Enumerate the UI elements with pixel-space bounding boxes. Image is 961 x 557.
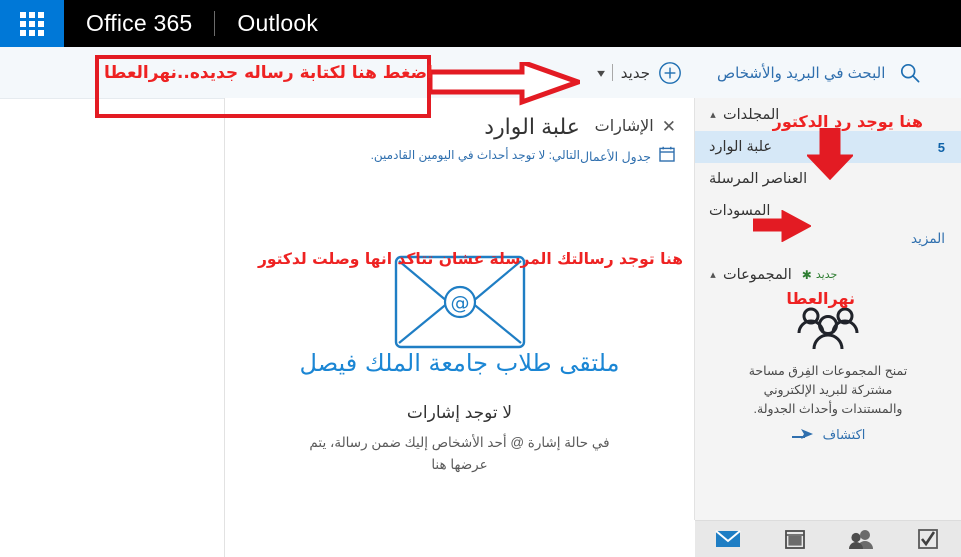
next-events-status: التالي: لا توجد أحداث في اليومين القادمي… (370, 148, 580, 162)
people-icon[interactable] (844, 525, 878, 553)
sparkle-icon: ✱ (801, 267, 812, 282)
mentions-pane: ✕ الإشارات جدول الأعمال علبة الوارد التا… (225, 98, 694, 557)
groups-discover-label[interactable]: اكتشاف (823, 427, 866, 443)
groups-section-header[interactable]: ▴ المجموعات ✱ جديد (695, 258, 961, 291)
plus-circle-icon[interactable] (657, 60, 683, 86)
calendar-icon (658, 145, 676, 168)
groups-section-title: المجموعات (723, 266, 792, 283)
new-button-divider (611, 64, 613, 81)
chevron-up-icon-folders[interactable]: ▴ (705, 108, 721, 121)
page-title: علبة الوارد (484, 114, 580, 139)
sidebar-item-label-sent: العناصر المرسلة (709, 171, 808, 187)
sidebar-item-label-drafts: المسودات (709, 203, 771, 219)
groups-description: تمنح المجموعات الفِرق مساحة مشتركة للبري… (748, 364, 908, 416)
suite-bar-filler (340, 0, 961, 47)
groups-new-link[interactable]: جديد (816, 268, 837, 281)
svg-text:@: @ (450, 292, 469, 314)
mail-envelope-icon[interactable] (711, 525, 745, 553)
calendar-icon[interactable] (778, 525, 812, 553)
inbox-unread-count: 5 (937, 139, 945, 155)
mentions-label: الإشارات (594, 118, 654, 135)
mentions-title-row: ✕ الإشارات (580, 116, 676, 136)
folders-section-title: المجلدات (723, 106, 780, 123)
module-switcher-bar (695, 520, 961, 557)
outlook-web-app: Outlook Office 365 البحث في البريد والأش… (0, 0, 961, 557)
app-name-outlook[interactable]: Outlook (215, 0, 340, 47)
search-input[interactable]: البحث في البريد والأشخاص (717, 64, 885, 82)
mentions-pane-header-right: علبة الوارد التالي: لا توجد أحداث في الي… (371, 114, 580, 162)
sidebar-item-label-inbox: علبة الوارد (709, 139, 773, 155)
new-message-area[interactable]: جديد ▾ (555, 47, 695, 98)
command-band: البحث في البريد والأشخاص جديد ▾ (0, 47, 961, 99)
mentions-empty-state: @ ملتقى طلاب جامعة الملك فيصل لا توجد إش… (225, 168, 694, 476)
close-x-icon[interactable]: ✕ (662, 118, 676, 135)
app-launcher-button[interactable] (0, 0, 64, 47)
empty-state-description: في حالة إشارة @ أحد الأشخاص إليك ضمن رسا… (309, 435, 610, 472)
folders-section-header[interactable]: ▴ المجلدات (695, 98, 961, 131)
suite-bar: Outlook Office 365 (0, 0, 961, 47)
chevron-up-icon-groups[interactable]: ▴ (705, 268, 721, 281)
watermark-text: ملتقى طلاب جامعة الملك فيصل (299, 349, 620, 377)
agenda-row[interactable]: جدول الأعمال (580, 136, 676, 168)
groups-discover-link[interactable]: اكتشاف (695, 419, 961, 443)
folder-navigation-pane: ▴ المجلدات 5 علبة الوارد العناصر المرسلة… (695, 98, 961, 520)
new-message-button[interactable]: جديد (621, 64, 650, 82)
envelope-illustration: @ ملتقى طلاب جامعة الملك فيصل (300, 254, 618, 377)
sidebar-item-sent[interactable]: العناصر المرسلة (695, 163, 961, 195)
folders-more-link[interactable]: المزيد (911, 231, 945, 246)
search-area[interactable]: البحث في البريد والأشخاص (695, 47, 961, 98)
tasks-checkbox-icon[interactable] (911, 525, 945, 553)
agenda-label[interactable]: جدول الأعمال (580, 149, 651, 164)
group-people-icon (795, 307, 861, 355)
suite-name-office365[interactable]: Office 365 (64, 0, 214, 47)
mentions-pane-header-left: ✕ الإشارات جدول الأعمال (580, 114, 676, 168)
suite-bar-separator (214, 11, 216, 36)
sidebar-item-inbox[interactable]: 5 علبة الوارد (695, 131, 961, 163)
groups-illustration (695, 291, 961, 356)
folders-more-row[interactable]: المزيد (695, 227, 961, 248)
sidebar-item-drafts[interactable]: المسودات (695, 195, 961, 227)
mentions-pane-header: ✕ الإشارات جدول الأعمال علبة الوارد التا… (225, 98, 694, 168)
search-icon[interactable] (895, 58, 925, 88)
discover-arrow-icon (791, 428, 815, 443)
app-launcher-grid-icon (20, 11, 44, 36)
chevron-down-icon[interactable]: ▾ (597, 66, 605, 80)
